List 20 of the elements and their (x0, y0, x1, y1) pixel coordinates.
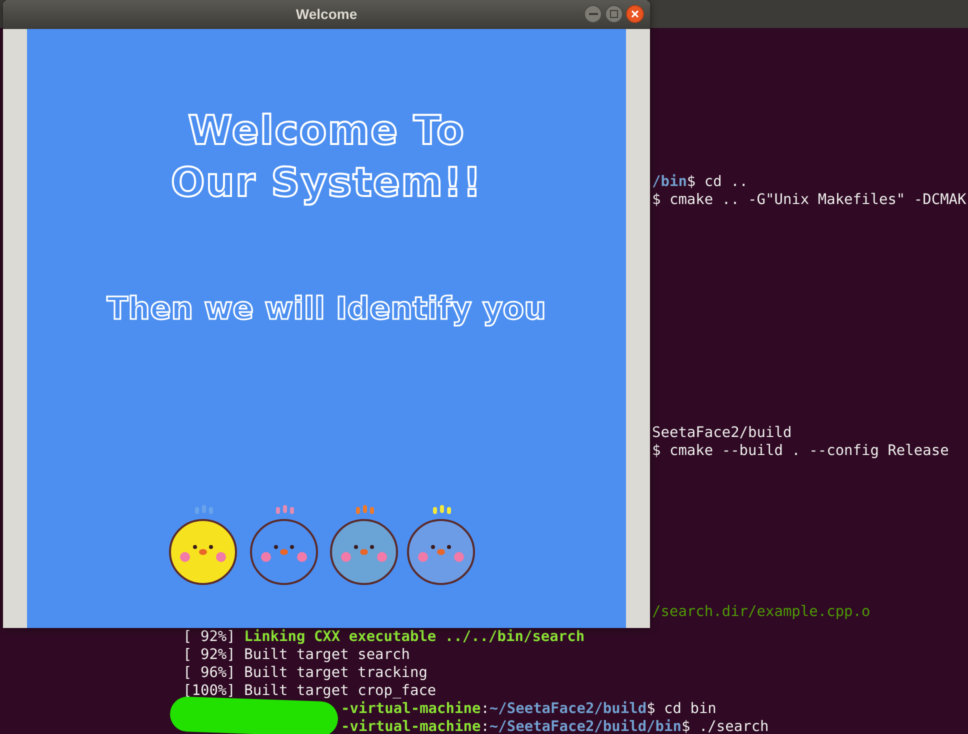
terminal-line: [ 96%] Built target tracking (183, 664, 428, 682)
subtitle-text: Then we will Identify you (106, 290, 546, 329)
terminal-line: $ cmake --build . --config Release (652, 442, 949, 460)
terminal-line: -virtual-machine:~/SeetaFace2/build/bin$ ./search (340, 718, 769, 734)
terminal-line: /bin$ cd .. (652, 173, 750, 191)
terminal-line: /search.dir/example.cpp.o (652, 603, 870, 621)
close-button[interactable] (626, 5, 644, 23)
minimize-icon (588, 13, 598, 15)
maximize-icon (610, 10, 618, 18)
window-title: Welcome (296, 5, 358, 24)
minimize-button[interactable] (584, 5, 602, 23)
terminal-line: -virtual-machine:~/SeetaFace2/build$ cd bin (340, 700, 718, 718)
terminal-line: [ 92%] Linking CXX executable ../../bin/search (183, 628, 586, 646)
terminal-line: $ cmake .. -G"Unix Makefiles" -DCMAK (652, 191, 966, 209)
close-icon (631, 10, 639, 18)
terminal-line: [100%] Built target crop_face (183, 682, 438, 700)
headline-text: Welcome To (188, 107, 465, 156)
headline-text: Our System!! (170, 159, 482, 208)
terminal-line: SeetaFace2/build (652, 424, 793, 442)
terminal-line: [ 92%] Built target search (183, 646, 411, 664)
